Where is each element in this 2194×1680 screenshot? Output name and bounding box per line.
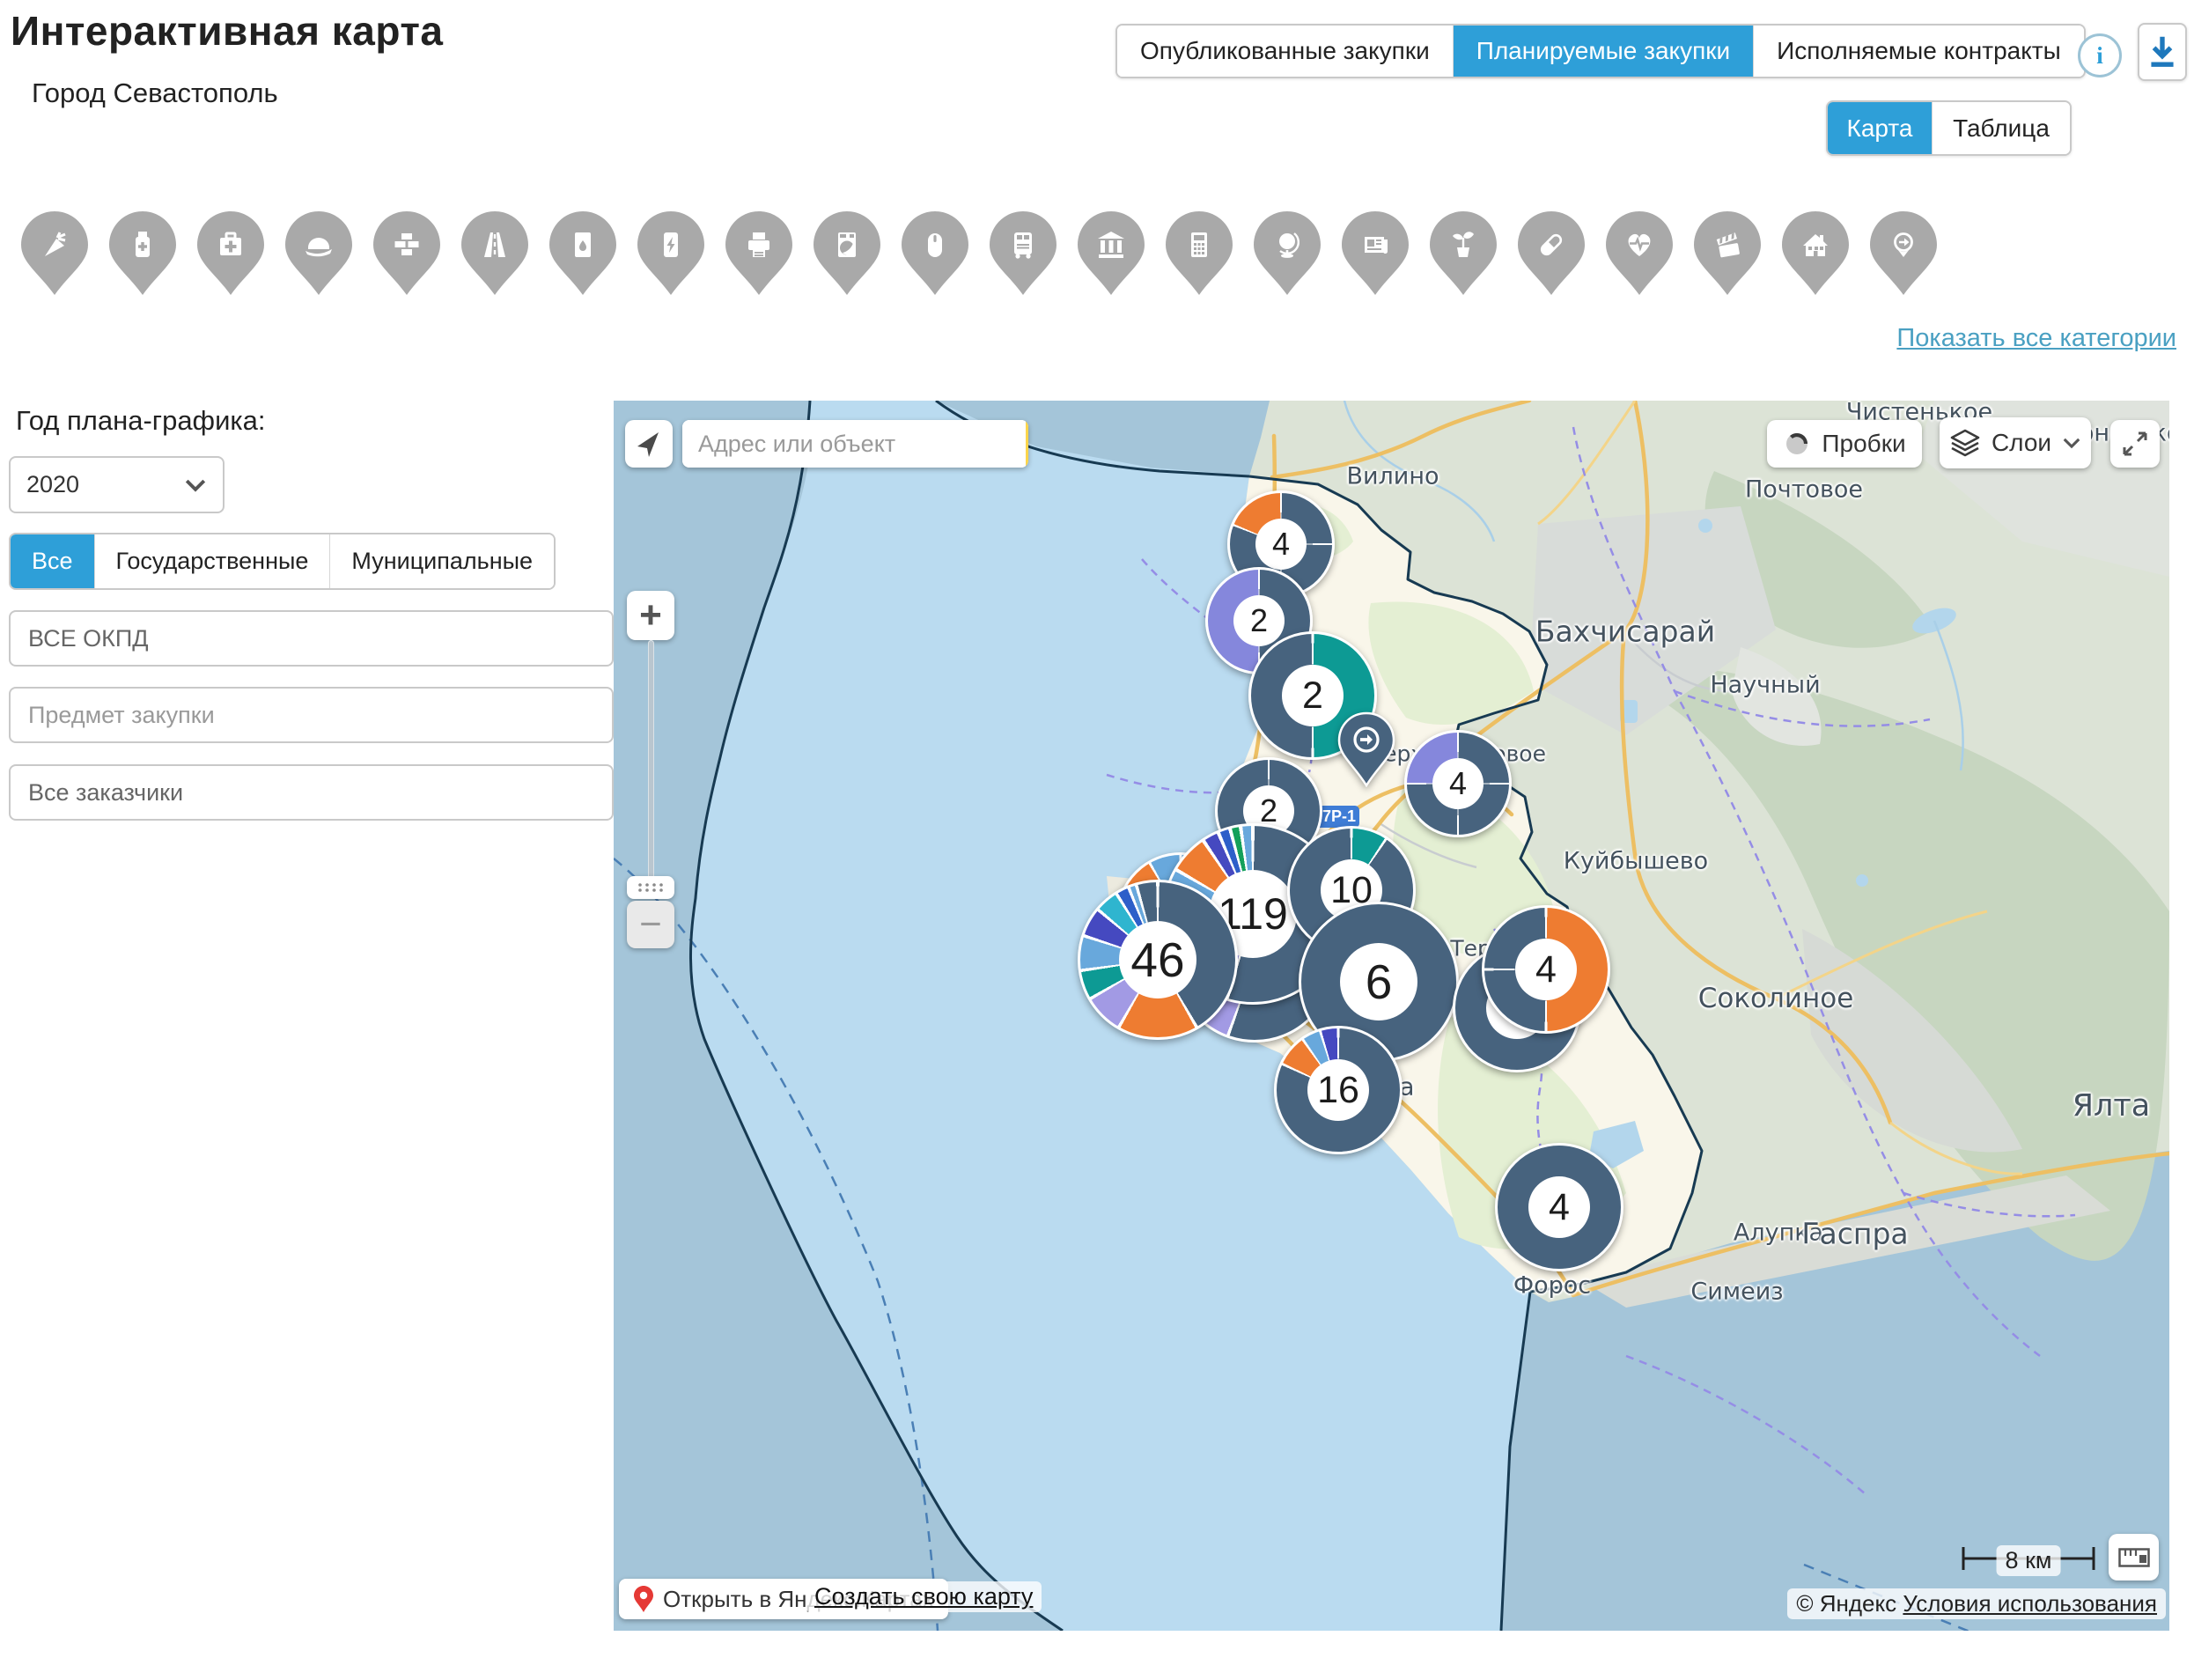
map-container[interactable]: ЧистенькоеПионерскоеПочтовоеВилиноБахчис… bbox=[614, 401, 2169, 1631]
layers-label: Слои bbox=[1992, 429, 2051, 457]
ownership-state-button[interactable]: Государственные bbox=[94, 534, 330, 588]
geolocation-button[interactable] bbox=[625, 420, 673, 468]
create-own-map-link[interactable]: Создать свою карту bbox=[806, 1581, 1042, 1612]
tab-map-view[interactable]: Карта bbox=[1828, 102, 1932, 154]
food-category-pin[interactable] bbox=[19, 210, 90, 298]
tab-executed-contracts[interactable]: Исполняемые контракты bbox=[1753, 26, 2084, 77]
printer-category-pin[interactable] bbox=[724, 210, 794, 298]
fuel-category-pin[interactable] bbox=[548, 210, 618, 298]
zoom-in-button[interactable]: + bbox=[627, 591, 674, 640]
terms-of-use-link[interactable]: Условия использования bbox=[1903, 1590, 2157, 1617]
find-button[interactable]: Найти bbox=[1026, 420, 1028, 468]
traffic-label: Пробки bbox=[1822, 430, 1905, 458]
chevron-down-icon bbox=[2062, 437, 2081, 449]
ownership-filter: Все Государственные Муниципальные bbox=[9, 533, 556, 590]
cluster-count: 4 bbox=[1255, 519, 1307, 570]
cluster-marker-4[interactable]: 4 bbox=[1495, 1143, 1623, 1271]
washing-machine-icon bbox=[838, 232, 856, 257]
map-attribution: © Яндекс Условия использования bbox=[1787, 1588, 2166, 1619]
scale-label: 8 км bbox=[1997, 1545, 2061, 1576]
year-label: Год плана-графика: bbox=[16, 405, 265, 437]
bank-category-pin[interactable] bbox=[1076, 210, 1146, 298]
chevron-down-icon bbox=[184, 477, 207, 493]
cluster-count: 6 bbox=[1340, 943, 1417, 1021]
cluster-layer: 4224240571194610624164 bbox=[614, 401, 2169, 1631]
selected-placemark-pin[interactable] bbox=[1337, 711, 1395, 787]
cluster-marker-46[interactable]: 46 bbox=[1078, 880, 1238, 1040]
battery-icon bbox=[664, 232, 678, 257]
geolocation-arrow-icon bbox=[635, 430, 663, 458]
year-value: 2020 bbox=[26, 471, 79, 498]
tab-table-view[interactable]: Таблица bbox=[1932, 102, 2070, 154]
customers-filter-input[interactable] bbox=[9, 764, 614, 821]
bricks-category-pin[interactable] bbox=[372, 210, 442, 298]
mouse-category-pin[interactable] bbox=[900, 210, 970, 298]
mouse-icon bbox=[928, 233, 942, 257]
map-search: Найти bbox=[682, 420, 1028, 468]
ruler-icon bbox=[2118, 1548, 2150, 1567]
grip-dots-icon bbox=[637, 882, 664, 893]
helmet-category-pin[interactable] bbox=[283, 210, 354, 298]
calculator-category-pin[interactable] bbox=[1164, 210, 1234, 298]
health-category-pin[interactable] bbox=[1604, 210, 1675, 298]
scale-bar: 8 км bbox=[1962, 1540, 2095, 1575]
cinema-category-pin[interactable] bbox=[1692, 210, 1763, 298]
globe-category-pin[interactable] bbox=[1252, 210, 1322, 298]
download-button[interactable] bbox=[2138, 23, 2187, 81]
traffic-icon bbox=[1783, 430, 1811, 458]
calculator-icon bbox=[1191, 232, 1207, 257]
fullscreen-button[interactable] bbox=[2110, 420, 2160, 468]
cluster-marker-16[interactable]: 16 bbox=[1274, 1026, 1403, 1154]
washing-machine-category-pin[interactable] bbox=[812, 210, 882, 298]
category-row bbox=[19, 210, 1956, 298]
cluster-count: 2 bbox=[1282, 665, 1344, 726]
plant-category-pin[interactable] bbox=[1428, 210, 1498, 298]
cluster-count: 16 bbox=[1307, 1059, 1369, 1121]
fuel-icon bbox=[575, 232, 591, 257]
cluster-count: 46 bbox=[1119, 921, 1196, 998]
copyright-label: © Яндекс bbox=[1796, 1590, 1896, 1617]
layers-icon bbox=[1949, 428, 1981, 458]
zoom-out-button[interactable]: − bbox=[627, 901, 674, 948]
interactive-map-page: Интерактивная карта Город Севастополь Оп… bbox=[0, 0, 2194, 1680]
purchase-subject-input[interactable] bbox=[9, 687, 614, 743]
info-icon[interactable]: i bbox=[2078, 33, 2122, 77]
zoom-slider-track[interactable] bbox=[648, 640, 654, 887]
fullscreen-icon bbox=[2121, 430, 2149, 458]
layers-button[interactable]: Слои bbox=[1940, 417, 2091, 468]
ownership-municipal-button[interactable]: Муниципальные bbox=[329, 534, 554, 588]
cluster-marker-4[interactable]: 4 bbox=[1482, 905, 1610, 1034]
year-select[interactable]: 2020 bbox=[9, 456, 225, 513]
page-title: Интерактивная карта bbox=[11, 7, 443, 55]
zoom-slider-handle[interactable] bbox=[627, 876, 674, 899]
road-category-pin[interactable] bbox=[460, 210, 530, 298]
first-aid-category-pin[interactable] bbox=[195, 210, 266, 298]
okpd-filter-input[interactable] bbox=[9, 610, 614, 667]
purchase-type-tabs: Опубликованные закупки Планируемые закуп… bbox=[1115, 24, 2086, 78]
cluster-marker-4[interactable]: 4 bbox=[1404, 730, 1512, 837]
show-all-categories-link[interactable]: Показать все категории bbox=[1896, 324, 2176, 353]
tab-published-purchases[interactable]: Опубликованные закупки bbox=[1117, 26, 1453, 77]
cluster-count: 4 bbox=[1515, 939, 1577, 1000]
medicine-category-pin[interactable] bbox=[107, 210, 178, 298]
region-subtitle: Город Севастополь bbox=[32, 77, 278, 109]
tab-planned-purchases[interactable]: Планируемые закупки bbox=[1453, 26, 1753, 77]
yandex-pin-icon bbox=[633, 1585, 654, 1613]
cluster-count: 4 bbox=[1432, 758, 1484, 809]
ownership-all-button[interactable]: Все bbox=[11, 534, 94, 588]
bus-category-pin[interactable] bbox=[988, 210, 1058, 298]
pill-category-pin[interactable] bbox=[1516, 210, 1587, 298]
map-search-input[interactable] bbox=[682, 420, 1026, 468]
view-mode-tabs: Карта Таблица bbox=[1826, 100, 2072, 156]
location-category-pin[interactable] bbox=[1868, 210, 1939, 298]
house-category-pin[interactable] bbox=[1780, 210, 1851, 298]
battery-category-pin[interactable] bbox=[636, 210, 706, 298]
download-icon bbox=[2145, 33, 2180, 71]
cluster-count: 4 bbox=[1528, 1176, 1590, 1238]
cluster-count: 2 bbox=[1233, 595, 1285, 646]
ruler-button[interactable] bbox=[2109, 1534, 2159, 1581]
press-category-pin[interactable] bbox=[1340, 210, 1410, 298]
traffic-button[interactable]: Пробки bbox=[1767, 420, 1922, 468]
